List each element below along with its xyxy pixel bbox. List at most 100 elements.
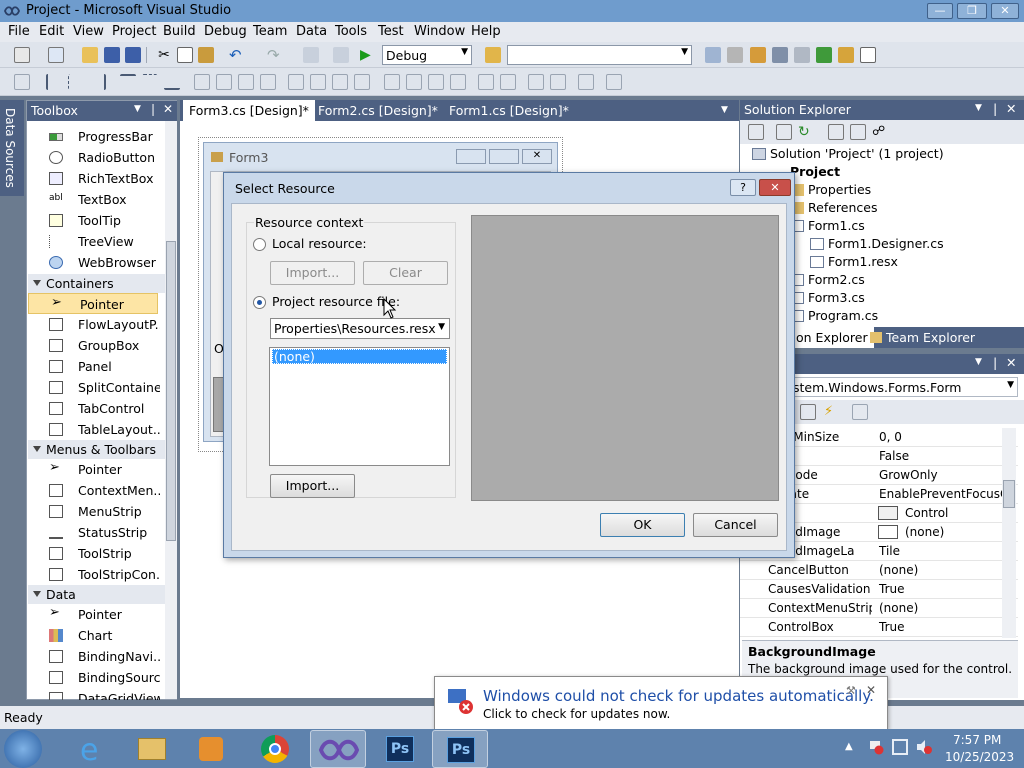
start-page-icon[interactable] — [816, 47, 832, 63]
toolbox-item[interactable]: RichTextBox — [27, 168, 161, 189]
increase-h-spacing-icon[interactable] — [310, 74, 326, 90]
cut-icon[interactable]: ✂ — [156, 47, 172, 63]
close-icon[interactable]: ✕ — [163, 102, 173, 116]
taskbar-media-player-icon[interactable] — [183, 730, 239, 768]
toolbox-icon[interactable] — [772, 47, 788, 63]
toolbox-item[interactable]: StatusStrip — [27, 522, 161, 543]
toolbox-item[interactable]: Chart — [27, 625, 161, 646]
horizontal-spacing-icon[interactable] — [288, 74, 304, 90]
toolbox-item[interactable]: ➢ Pointer — [27, 459, 161, 480]
menu-window[interactable]: Window — [414, 24, 465, 39]
ok-button[interactable]: OK — [600, 513, 685, 537]
send-to-back-icon[interactable] — [550, 74, 566, 90]
toolbox-item[interactable]: RadioButton — [27, 147, 161, 168]
toolbox-category-containers[interactable]: Containers — [28, 274, 165, 293]
clear-button[interactable]: Clear — [363, 261, 448, 285]
toolbox-item[interactable]: ContextMen... — [27, 480, 161, 501]
tree-item-form2[interactable]: Form2.cs — [790, 272, 865, 287]
minimize-button[interactable]: — — [927, 3, 953, 19]
undo-icon[interactable]: ↶ — [229, 47, 245, 63]
properties-window-icon[interactable] — [727, 47, 743, 63]
command-window-icon[interactable] — [838, 47, 854, 63]
cancel-button[interactable]: Cancel — [693, 513, 778, 537]
find-combo[interactable]: ▼ — [507, 45, 692, 65]
remove-v-spacing-icon[interactable] — [450, 74, 466, 90]
scroll-thumb[interactable] — [1003, 480, 1015, 508]
toolbox-item[interactable]: ToolStrip — [27, 543, 161, 564]
tree-item-form1[interactable]: Form1.cs — [790, 218, 865, 233]
tree-item-properties[interactable]: Properties — [790, 182, 871, 197]
toolbox-item[interactable]: ToolTip — [27, 210, 161, 231]
list-item[interactable]: (none) — [272, 349, 447, 364]
remove-h-spacing-icon[interactable] — [354, 74, 370, 90]
chevron-down-icon[interactable]: ▼ — [975, 357, 982, 367]
paste-icon[interactable] — [198, 47, 214, 63]
decrease-v-spacing-icon[interactable] — [428, 74, 444, 90]
property-pages-icon[interactable] — [852, 404, 868, 420]
toolbox-item[interactable]: Panel — [27, 356, 161, 377]
close-icon[interactable]: ✕ — [1006, 101, 1016, 116]
property-row[interactable]: ControlBox True — [740, 618, 1018, 637]
menu-team[interactable]: Team — [253, 24, 287, 39]
menu-project[interactable]: Project — [112, 24, 156, 39]
toolbox-item[interactable]: GroupBox — [27, 335, 161, 356]
taskbar-visual-studio-icon[interactable] — [310, 730, 366, 768]
tree-item-program[interactable]: Program.cs — [790, 308, 878, 323]
tree-item-form3[interactable]: Form3.cs — [790, 290, 865, 305]
new-project-icon[interactable] — [14, 47, 30, 63]
toolbox-item[interactable]: ➢ Pointer — [27, 604, 161, 625]
decrease-h-spacing-icon[interactable] — [332, 74, 348, 90]
toolbox-item[interactable]: BindingNavi... — [27, 646, 161, 667]
tree-item-form1-resx[interactable]: Form1.resx — [810, 254, 898, 269]
chevron-down-icon[interactable]: ▼ — [134, 104, 141, 114]
bring-to-front-icon[interactable] — [528, 74, 544, 90]
lock-controls-icon[interactable] — [606, 74, 622, 90]
restore-button[interactable]: ❐ — [957, 3, 987, 19]
make-same-size-icon[interactable] — [238, 74, 254, 90]
clock-date[interactable]: 10/25/2023 — [945, 750, 1014, 764]
events-icon[interactable]: ⚡ — [824, 404, 840, 420]
open-icon[interactable] — [82, 47, 98, 63]
class-diagram-icon[interactable]: ☍ — [872, 124, 888, 140]
menu-file[interactable]: File — [8, 24, 30, 39]
notification-options-icon[interactable]: ⚒ — [846, 684, 856, 697]
dialog-close-button[interactable]: ✕ — [759, 179, 791, 196]
toolbox-item[interactable]: BindingSource — [27, 667, 161, 688]
align-bottoms-icon[interactable] — [164, 74, 180, 90]
property-grid-scrollbar[interactable] — [1002, 428, 1016, 638]
properties-icon[interactable] — [748, 124, 764, 140]
menu-debug[interactable]: Debug — [204, 24, 247, 39]
property-row[interactable]: CancelButton (none) — [740, 561, 1018, 580]
local-resource-radio[interactable] — [253, 238, 266, 251]
update-notification[interactable]: Windows could not check for updates auto… — [434, 676, 888, 730]
align-rights-icon[interactable] — [90, 74, 106, 90]
save-icon[interactable] — [104, 47, 120, 63]
chevron-down-icon[interactable]: ▼ — [975, 103, 982, 113]
navigate-back-icon[interactable] — [303, 47, 319, 63]
show-all-files-icon[interactable] — [776, 124, 792, 140]
align-to-grid-icon[interactable] — [14, 74, 30, 90]
pin-icon[interactable]: ❘ — [990, 101, 1000, 116]
extension-manager-icon[interactable] — [794, 47, 810, 63]
toolbox-item[interactable]: TreeView — [27, 231, 161, 252]
make-same-height-icon[interactable] — [216, 74, 232, 90]
tree-item-project[interactable]: Project — [790, 164, 840, 179]
navigate-forward-icon[interactable] — [333, 47, 349, 63]
toolbox-item[interactable]: ProgressBar — [27, 126, 161, 147]
clock-time[interactable]: 7:57 PM — [953, 733, 1001, 747]
taskbar-photoshop-icon[interactable]: Ps — [372, 730, 428, 768]
network-icon[interactable] — [892, 739, 908, 755]
solution-configuration-select[interactable]: Debug ▼ — [382, 45, 472, 65]
center-vertically-icon[interactable] — [500, 74, 516, 90]
object-browser-icon[interactable] — [750, 47, 766, 63]
menu-edit[interactable]: Edit — [39, 24, 64, 39]
tree-item-solution[interactable]: Solution 'Project' (1 project) — [752, 146, 944, 161]
tab-form1-design[interactable]: Form1.cs [Design]* — [443, 100, 575, 121]
taskbar-ie-icon[interactable]: e — [62, 730, 118, 768]
toolbox-item[interactable]: TabControl — [27, 398, 161, 419]
menu-view[interactable]: View — [73, 24, 104, 39]
menu-build[interactable]: Build — [163, 24, 196, 39]
vertical-spacing-icon[interactable] — [384, 74, 400, 90]
tab-team-explorer[interactable]: Team Explorer — [864, 327, 981, 348]
properties-list-icon[interactable] — [800, 404, 816, 420]
